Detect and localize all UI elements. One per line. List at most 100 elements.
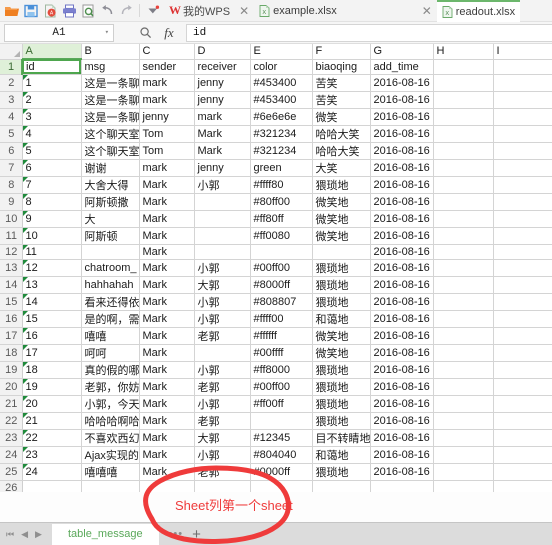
cell-D22[interactable]: 老郭 xyxy=(194,412,251,430)
cell-H12[interactable] xyxy=(433,244,494,260)
column-header-g[interactable]: G xyxy=(370,44,434,60)
cell-D10[interactable] xyxy=(194,210,251,228)
cell-D20[interactable]: 老郭 xyxy=(194,378,251,396)
cell-H17[interactable] xyxy=(433,327,494,345)
cell-F24[interactable]: 和蔼地 xyxy=(312,446,371,464)
cell-E1[interactable]: color xyxy=(250,59,313,75)
cell-F2[interactable]: 苦笑 xyxy=(312,74,371,92)
cell-I11[interactable] xyxy=(493,227,552,245)
cell-F22[interactable]: 猥琐地 xyxy=(312,412,371,430)
cell-F9[interactable]: 微笑地 xyxy=(312,193,371,211)
cell-H16[interactable] xyxy=(433,310,494,328)
cell-G25[interactable]: 2016-08-16 15:21:46 xyxy=(370,463,434,481)
cell-H9[interactable] xyxy=(433,193,494,211)
cell-H25[interactable] xyxy=(433,463,494,481)
cell-C12[interactable]: Mark xyxy=(139,244,195,260)
cell-D23[interactable]: 大郭 xyxy=(194,429,251,447)
cell-I3[interactable] xyxy=(493,91,552,109)
cell-C17[interactable]: Mark xyxy=(139,327,195,345)
cell-D19[interactable]: 小郭 xyxy=(194,361,251,379)
cell-A21[interactable]: 20 xyxy=(22,395,82,413)
cell-A5[interactable]: 4 xyxy=(22,125,82,143)
cell-F5[interactable]: 哈哈大笑 xyxy=(312,125,371,143)
cell-C22[interactable]: Mark xyxy=(139,412,195,430)
cell-A3[interactable]: 2 xyxy=(22,91,82,109)
sheet-nav-first-icon[interactable]: ⏮ xyxy=(6,529,14,540)
column-header-e[interactable]: E xyxy=(250,44,313,60)
doc-tab-wps-home[interactable]: W 我的WPS ✕ xyxy=(164,0,254,22)
cell-H14[interactable] xyxy=(433,276,494,294)
cell-H2[interactable] xyxy=(433,74,494,92)
cell-E6[interactable]: #321234 xyxy=(250,142,313,160)
cell-B15[interactable]: 看来还得依 xyxy=(81,293,140,311)
redo-icon[interactable] xyxy=(117,2,135,20)
cell-B1[interactable]: msg xyxy=(81,59,140,75)
cell-A1[interactable]: id xyxy=(22,59,82,75)
cell-E20[interactable]: #00ff00 xyxy=(250,378,313,396)
cell-B20[interactable]: 老郭，你妨 xyxy=(81,378,140,396)
cell-D12[interactable] xyxy=(194,244,251,260)
cell-C19[interactable]: Mark xyxy=(139,361,195,379)
cell-E17[interactable]: #ffffff xyxy=(250,327,313,345)
cell-H3[interactable] xyxy=(433,91,494,109)
cell-E16[interactable]: #ffff00 xyxy=(250,310,313,328)
cell-H26[interactable] xyxy=(433,480,494,492)
cell-A23[interactable]: 22 xyxy=(22,429,82,447)
cell-C20[interactable]: Mark xyxy=(139,378,195,396)
row-header-9[interactable]: 9 xyxy=(0,193,23,211)
cell-I14[interactable] xyxy=(493,276,552,294)
cell-A19[interactable]: 18 xyxy=(22,361,82,379)
cell-G21[interactable]: 2016-08-16 11:03:45 xyxy=(370,395,434,413)
row-header-1[interactable]: 1 xyxy=(0,59,23,75)
cell-I13[interactable] xyxy=(493,259,552,277)
cell-E18[interactable]: #00ffff xyxy=(250,344,313,362)
cell-A22[interactable]: 21 xyxy=(22,412,82,430)
cell-B21[interactable]: 小郭，今天 xyxy=(81,395,140,413)
row-header-7[interactable]: 7 xyxy=(0,159,23,177)
cell-G7[interactable]: 2016-08-16 09:22:18 xyxy=(370,159,434,177)
cell-C13[interactable]: Mark xyxy=(139,259,195,277)
cell-B23[interactable]: 不喜欢西幻 xyxy=(81,429,140,447)
cell-E15[interactable]: #808807 xyxy=(250,293,313,311)
cell-F20[interactable]: 猥琐地 xyxy=(312,378,371,396)
add-sheet-icon[interactable]: + xyxy=(192,527,201,542)
cell-H7[interactable] xyxy=(433,159,494,177)
cell-E7[interactable]: green xyxy=(250,159,313,177)
cell-C8[interactable]: Mark xyxy=(139,176,195,194)
cell-F7[interactable]: 大笑 xyxy=(312,159,371,177)
column-header-i[interactable]: I xyxy=(493,44,552,60)
cell-I12[interactable] xyxy=(493,244,552,260)
cell-H8[interactable] xyxy=(433,176,494,194)
cell-C23[interactable]: Mark xyxy=(139,429,195,447)
undo-icon[interactable] xyxy=(98,2,116,20)
row-header-18[interactable]: 18 xyxy=(0,344,23,362)
cell-B6[interactable]: 这个聊天室 xyxy=(81,142,140,160)
cell-I22[interactable] xyxy=(493,412,552,430)
cell-B19[interactable]: 真的假的哪 xyxy=(81,361,140,379)
cell-H4[interactable] xyxy=(433,108,494,126)
cell-I5[interactable] xyxy=(493,125,552,143)
cell-D26[interactable] xyxy=(194,480,251,492)
cell-C7[interactable]: mark xyxy=(139,159,195,177)
column-header-h[interactable]: H xyxy=(433,44,494,60)
cell-F10[interactable]: 微笑地 xyxy=(312,210,371,228)
cell-G26[interactable] xyxy=(370,480,434,492)
cell-F18[interactable]: 微笑地 xyxy=(312,344,371,362)
cell-G16[interactable]: 2016-08-16 10:34:59 xyxy=(370,310,434,328)
cell-A15[interactable]: 14 xyxy=(22,293,82,311)
cell-A17[interactable]: 16 xyxy=(22,327,82,345)
cell-C9[interactable]: Mark xyxy=(139,193,195,211)
cell-B16[interactable]: 是的啊，需 xyxy=(81,310,140,328)
cell-I9[interactable] xyxy=(493,193,552,211)
cell-I8[interactable] xyxy=(493,176,552,194)
cell-G2[interactable]: 2016-08-16 08:14:28 xyxy=(370,74,434,92)
cell-F16[interactable]: 和蔼地 xyxy=(312,310,371,328)
cell-G24[interactable]: 2016-08-16 14:48:38 xyxy=(370,446,434,464)
row-header-4[interactable]: 4 xyxy=(0,108,23,126)
cell-A24[interactable]: 23 xyxy=(22,446,82,464)
row-header-20[interactable]: 20 xyxy=(0,378,23,396)
cell-A2[interactable]: 1 xyxy=(22,74,82,92)
cell-C26[interactable] xyxy=(139,480,195,492)
customize-dropdown-icon[interactable] xyxy=(144,2,162,20)
cell-A11[interactable]: 10 xyxy=(22,227,82,245)
